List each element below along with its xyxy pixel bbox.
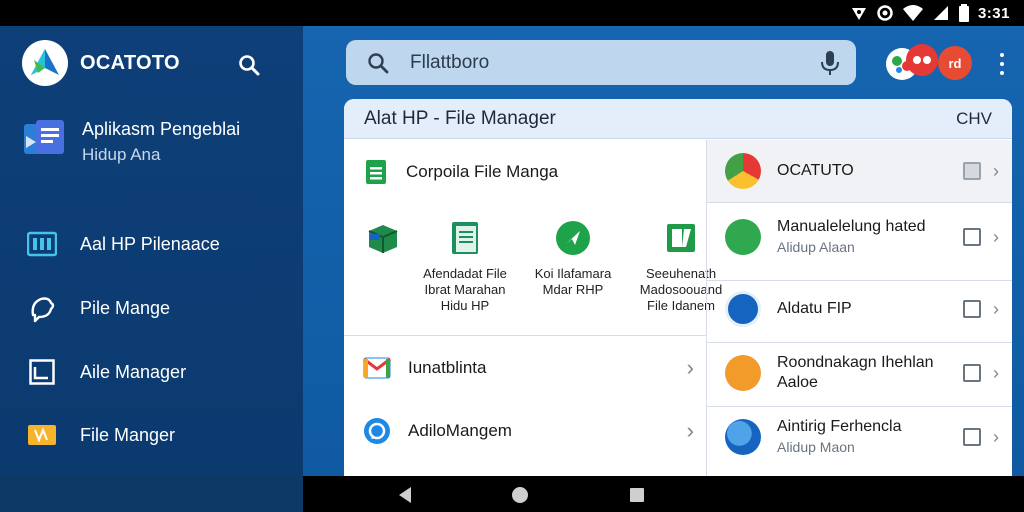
grid-item-share[interactable]: Koi Ilafamara Mdar RHP: [518, 220, 628, 298]
sidebar-app-subtitle: Hidup Ana: [82, 145, 161, 164]
file-manager-panel: Alat HP - File Manager CHV Corpoila File…: [344, 99, 1012, 476]
sync-icon: [877, 5, 893, 21]
ticket-icon: [26, 419, 58, 451]
box-icon: [365, 220, 401, 256]
book-icon: [725, 219, 761, 255]
cat-icon: [725, 355, 761, 391]
list-item[interactable]: Roondnakagn Ihehlan Aaloe ›: [707, 342, 1012, 404]
bird-icon: [26, 292, 58, 324]
recents-icon[interactable]: [628, 486, 646, 504]
globe-icon: [725, 419, 761, 455]
grid-item-line: Afendadat File: [423, 266, 507, 281]
left-column: Corpoila File Manga Afendadat File Ibrat…: [344, 140, 722, 476]
list-item[interactable]: Aintirig Ferhencla Alidup Maon ›: [707, 406, 1012, 468]
list-item-subtitle: Alidup Maon: [777, 439, 855, 455]
checkbox[interactable]: [963, 364, 981, 382]
checkbox[interactable]: [963, 228, 981, 246]
chevron-right-icon: ›: [686, 355, 694, 380]
chrome-icon: [725, 153, 761, 189]
checkbox[interactable]: [963, 300, 981, 318]
section-title: Corpoila File Manga: [406, 162, 559, 181]
microphone-icon[interactable]: [818, 50, 842, 76]
sidebar-search-icon[interactable]: [234, 50, 264, 80]
chevron-right-icon: ›: [993, 160, 999, 181]
grid-item-line: Koi Ilafamara: [534, 266, 612, 281]
signal-icon: [933, 6, 948, 20]
panel-title: Alat HP - File Manager: [364, 108, 556, 129]
brand-logo-icon: [22, 40, 68, 86]
sidebar-item-label: Aile Manager: [80, 361, 187, 382]
grid-item-line: Ibrat Marahan: [424, 282, 506, 297]
grid-item-line: Hidu HP: [440, 298, 490, 313]
list-item-title: Aintirig Ferhencla: [777, 418, 902, 435]
list-item[interactable]: AdiloMangem ›: [344, 401, 706, 461]
sidebar-item-storage[interactable]: Aal HP Pilenaace: [0, 218, 303, 270]
people-icon: [725, 291, 761, 327]
storage-icon: [26, 228, 58, 260]
panel-header-action[interactable]: CHV: [956, 109, 992, 129]
chevron-right-icon: ›: [686, 418, 694, 443]
list-item[interactable]: Aldatu FIP ›: [707, 278, 1012, 340]
list-item-title: Roondnakagn Ihehlan: [777, 354, 934, 371]
search-input[interactable]: Fllattboro: [410, 52, 489, 74]
sidebar-item-label: File Manger: [80, 424, 176, 445]
avatar[interactable]: [906, 44, 938, 76]
image-icon: [26, 356, 58, 388]
list-item-label: Iunatblinta: [408, 358, 487, 377]
wifi-icon: [902, 5, 923, 21]
chevron-right-icon: ›: [993, 298, 999, 319]
sidebar-item-pile-mange[interactable]: Pile Mange: [0, 282, 303, 334]
right-column: OCATUTO › Manualelelung hated Alidup Ala…: [706, 140, 1012, 476]
list-item[interactable]: OCATUTO ›: [707, 140, 1012, 202]
list-item-title: Manualelelung hated: [777, 218, 926, 235]
checkbox[interactable]: [963, 162, 981, 180]
sidebar-item-aile-manager[interactable]: Aile Manager: [0, 346, 303, 398]
status-bar: 3:31: [0, 0, 1024, 26]
back-icon[interactable]: [396, 486, 414, 504]
chevron-right-icon: ›: [993, 362, 999, 383]
section-header[interactable]: Corpoila File Manga: [362, 158, 558, 186]
grid-item-line: Mdar RHP: [542, 282, 604, 297]
file-manager-app-icon: [22, 116, 68, 162]
grid-item-document[interactable]: Afendadat File Ibrat Marahan Hidu HP: [410, 220, 520, 314]
account-avatars[interactable]: rd: [886, 44, 976, 80]
folder-icon: [663, 220, 699, 256]
home-icon[interactable]: [511, 486, 529, 504]
chat-icon: [362, 416, 392, 446]
sidebar-item-label: Aal HP Pilenaace: [80, 233, 220, 254]
battery-icon: [958, 4, 969, 22]
status-icons: 3:31: [850, 3, 1010, 23]
clock: 3:31: [977, 4, 1010, 22]
list-item-subtitle: Alidup Alaan: [777, 239, 855, 255]
nav-bar-left: [0, 476, 303, 512]
share-icon: [555, 220, 591, 256]
brand[interactable]: OCATOTO: [22, 40, 180, 86]
list-item-subtitle: Aaloe: [777, 374, 818, 391]
avatar-badge[interactable]: rd: [938, 46, 972, 80]
list-item-title: OCATUTO: [777, 162, 854, 179]
sidebar: OCATOTO Aplikasm Pengeblai Hidup Ana Aal…: [0, 26, 303, 476]
chevron-right-icon: ›: [993, 226, 999, 247]
document-icon: [447, 220, 483, 256]
divider: [707, 202, 1012, 203]
more-options-icon[interactable]: [994, 50, 1010, 78]
sidebar-app-title: Aplikasm Pengeblai: [82, 119, 241, 139]
search-icon: [364, 49, 392, 77]
nfc-icon: [851, 8, 866, 20]
sidebar-item-file-manger[interactable]: File Manger: [0, 409, 303, 461]
checkbox[interactable]: [963, 428, 981, 446]
divider: [344, 335, 706, 336]
sidebar-item-label: Pile Mange: [80, 297, 171, 318]
search-bar[interactable]: Fllattboro: [346, 40, 856, 85]
sheets-icon: [362, 158, 390, 186]
brand-name: OCATOTO: [80, 51, 180, 74]
list-item[interactable]: Iunatblinta ›: [344, 338, 706, 398]
list-item[interactable]: Manualelelung hated Alidup Alaan ›: [707, 206, 1012, 268]
panel-header: Alat HP - File Manager CHV: [344, 99, 1012, 139]
list-item-title: Aldatu FIP: [777, 300, 852, 317]
sidebar-app-entry[interactable]: Aplikasm Pengeblai Hidup Ana: [22, 116, 240, 168]
chevron-right-icon: ›: [993, 426, 999, 447]
gmail-icon: [362, 353, 392, 383]
list-item-label: AdiloMangem: [408, 421, 512, 440]
